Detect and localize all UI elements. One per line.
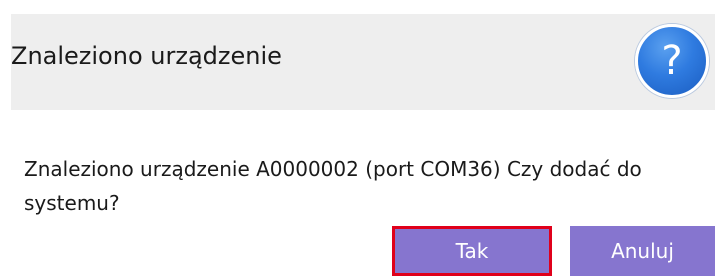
device-found-dialog: Znaleziono urządzenie ? Znaleziono urząd… [0,0,715,280]
dialog-title: Znaleziono urządzenie [11,42,282,70]
question-mark-icon: ? [635,24,709,98]
cancel-button[interactable]: Anuluj [570,226,715,276]
yes-button-label: Tak [455,239,489,263]
dialog-message: Znaleziono urządzenie A0000002 (port COM… [24,157,642,215]
help-symbol: ? [661,38,683,84]
dialog-header: Znaleziono urządzenie ? [11,14,715,110]
yes-button[interactable]: Tak [392,226,552,276]
cancel-button-label: Anuluj [611,239,674,263]
